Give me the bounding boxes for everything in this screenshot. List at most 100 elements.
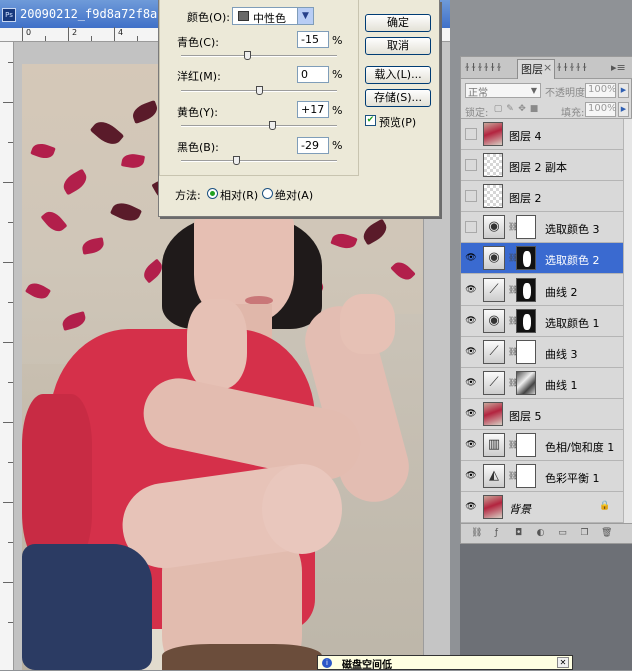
close-icon[interactable]: ✕: [557, 657, 569, 668]
layer-row[interactable]: 图层 4: [461, 119, 623, 150]
eye-icon[interactable]: 👁: [465, 377, 477, 389]
eye-icon[interactable]: 👁: [465, 470, 477, 482]
layer-row[interactable]: 👁 ◭ ⛓ 色彩平衡 1: [461, 461, 623, 493]
layer-row[interactable]: 👁 ⟋ ⛓ 曲线 1: [461, 367, 623, 399]
panel-menu-icon[interactable]: ▸≡: [611, 61, 626, 74]
layer-name: 选取颜色 3: [545, 223, 600, 237]
new-group-icon[interactable]: ▭: [557, 528, 568, 539]
layer-row[interactable]: 👁 ▥ ⛓ 色相/饱和度 1: [461, 430, 623, 461]
vertical-ruler[interactable]: [0, 42, 14, 670]
eye-icon[interactable]: 👁: [465, 501, 477, 513]
low-disk-space-notification[interactable]: i 磁盘空间低 ✕: [317, 655, 573, 671]
panel-tab-icons[interactable]: ɫɫɫɫɫ: [557, 61, 589, 74]
link-layers-icon[interactable]: ⛓: [471, 528, 482, 539]
layer-row[interactable]: 👁 图层 5: [461, 398, 623, 430]
yellow-slider-track[interactable]: [181, 125, 337, 127]
layer-mask-thumbnail[interactable]: [516, 277, 536, 302]
fill-arrow-icon[interactable]: ▶: [618, 102, 629, 117]
panel-tab-icons[interactable]: ɫɫɫɫɫɫ: [465, 61, 503, 74]
layer-row[interactable]: 图层 2 副本: [461, 150, 623, 182]
adjustment-layer-icon[interactable]: ◐: [535, 528, 546, 539]
opacity-label: 不透明度:: [545, 88, 589, 99]
layers-panel-tabs: ɫɫɫɫɫɫ 图层 × ɫɫɫɫɫ ▸≡: [461, 57, 632, 79]
selective-color-icon: ◉: [483, 308, 505, 333]
relative-radio[interactable]: [207, 188, 218, 199]
lock-all-icon[interactable]: ■: [529, 104, 539, 114]
layer-row[interactable]: 👁 ⟋ ⛓ 曲线 2: [461, 274, 623, 306]
black-input[interactable]: -29: [297, 137, 329, 154]
layer-mask-thumbnail[interactable]: [516, 433, 536, 457]
eye-icon[interactable]: 👁: [465, 284, 477, 296]
chevron-down-icon[interactable]: ▼: [297, 8, 313, 24]
lock-move-icon[interactable]: ✥: [517, 104, 527, 114]
layer-row[interactable]: 👁 ◉ ⛓ 选取颜色 2: [461, 243, 623, 275]
ruler-tick: [3, 582, 13, 583]
cyan-input[interactable]: -15: [297, 31, 329, 48]
layer-row[interactable]: 图层 2: [461, 181, 623, 213]
black-slider-thumb[interactable]: [233, 156, 241, 165]
cancel-button[interactable]: 取消: [365, 37, 431, 55]
preview-checkbox[interactable]: ✔: [365, 115, 376, 126]
layers-scrollbar[interactable]: [623, 119, 632, 523]
absolute-radio[interactable]: [262, 188, 273, 199]
eye-icon[interactable]: 👁: [465, 346, 477, 358]
magenta-input[interactable]: 0: [297, 66, 329, 83]
preview-label[interactable]: 预览(P): [379, 114, 416, 130]
absolute-label[interactable]: 绝对(A): [275, 187, 313, 203]
new-layer-icon[interactable]: ❐: [579, 528, 590, 539]
ruler-tick: [3, 182, 13, 183]
load-button[interactable]: 载入(L)...: [365, 66, 431, 84]
cyan-slider-thumb[interactable]: [244, 51, 252, 60]
layer-row[interactable]: 👁 ⟋ ⛓ 曲线 3: [461, 336, 623, 368]
cyan-slider-track[interactable]: [181, 55, 337, 57]
ruler-number: 2: [72, 28, 78, 37]
chevron-down-icon[interactable]: ▼: [528, 84, 540, 97]
method-label: 方法:: [175, 189, 201, 202]
color-balance-icon: ◭: [483, 464, 505, 489]
ruler-tick: [3, 342, 13, 343]
yellow-input[interactable]: +17: [297, 101, 329, 118]
colors-dropdown[interactable]: 中性色 ▼: [232, 7, 314, 25]
ruler-tick: [8, 542, 13, 543]
fill-input[interactable]: 100%: [585, 102, 617, 117]
eye-icon[interactable]: 👁: [465, 439, 477, 451]
relative-label[interactable]: 相对(R): [220, 187, 258, 203]
layer-row[interactable]: 👁 背景 🔒: [461, 492, 623, 524]
blend-mode-dropdown[interactable]: 正常 ▼: [465, 83, 541, 99]
add-mask-icon[interactable]: ◘: [513, 528, 524, 539]
percent-label: %: [332, 139, 343, 152]
percent-label: %: [332, 34, 343, 47]
layer-mask-thumbnail[interactable]: [516, 246, 536, 271]
layer-mask-thumbnail[interactable]: [516, 370, 536, 395]
layer-thumbnail: [483, 184, 503, 209]
eye-icon[interactable]: 👁: [465, 252, 477, 264]
visibility-toggle[interactable]: [465, 221, 477, 234]
visibility-toggle[interactable]: [465, 159, 477, 172]
close-icon[interactable]: ×: [543, 61, 552, 74]
layer-mask-thumbnail[interactable]: [516, 339, 536, 364]
visibility-toggle[interactable]: [465, 190, 477, 203]
yellow-slider-thumb[interactable]: [269, 121, 277, 130]
lock-brush-icon[interactable]: ✎: [505, 104, 515, 114]
layer-row[interactable]: 👁 ◉ ⛓ 选取颜色 1: [461, 305, 623, 337]
layer-mask-thumbnail[interactable]: [516, 464, 536, 489]
eye-icon[interactable]: 👁: [465, 315, 477, 327]
opacity-arrow-icon[interactable]: ▶: [618, 83, 629, 98]
trash-icon[interactable]: 🗑: [601, 528, 612, 539]
visibility-toggle[interactable]: [465, 128, 477, 140]
eye-icon[interactable]: 👁: [465, 408, 477, 420]
layer-row[interactable]: ◉ ⛓ 选取颜色 3: [461, 212, 623, 244]
layer-mask-thumbnail[interactable]: [516, 308, 536, 333]
layer-thumbnail: [483, 401, 503, 426]
blend-mode-value: 正常: [468, 88, 488, 99]
lock-transparency-icon[interactable]: ▢: [493, 104, 503, 114]
opacity-input[interactable]: 100%: [585, 83, 617, 98]
save-button[interactable]: 存储(S)...: [365, 89, 431, 107]
black-slider-track[interactable]: [181, 160, 337, 162]
ok-button[interactable]: 确定: [365, 14, 431, 32]
layer-name: 图层 2: [509, 192, 542, 206]
photoshop-icon: Ps: [2, 8, 16, 22]
layer-style-icon[interactable]: ƒ: [491, 528, 502, 539]
layer-mask-thumbnail[interactable]: [516, 215, 536, 240]
magenta-slider-thumb[interactable]: [256, 86, 263, 95]
